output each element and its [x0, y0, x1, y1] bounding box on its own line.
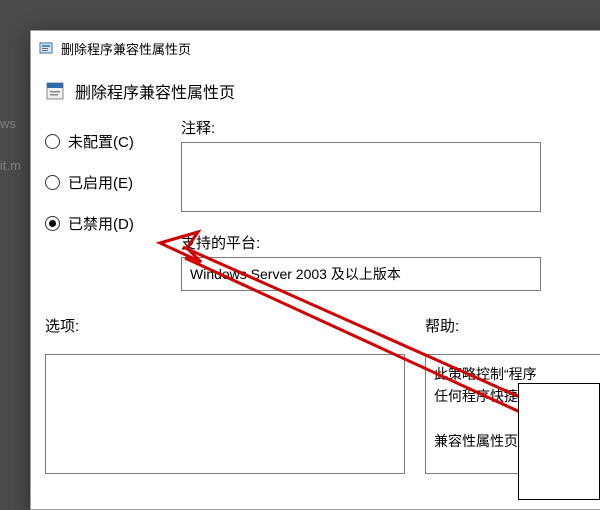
- titlebar[interactable]: 删除程序兼容性属性页: [31, 31, 600, 65]
- help-label: 帮助:: [425, 315, 600, 336]
- radio-not-configured[interactable]: 未配置(C): [45, 131, 175, 152]
- options-label: 选项:: [45, 315, 425, 336]
- radio-group: 未配置(C) 已启用(E) 已禁用(D): [45, 117, 175, 254]
- page-icon: [45, 81, 65, 101]
- radio-label: 已禁用(D): [68, 213, 134, 234]
- radio-icon: [45, 134, 60, 149]
- help-line-1: 此策略控制“程序: [434, 366, 537, 382]
- radio-disabled[interactable]: 已禁用(D): [45, 213, 175, 234]
- policy-icon: [39, 40, 55, 56]
- dialog-title: 删除程序兼容性属性页: [61, 39, 191, 58]
- policy-dialog: 删除程序兼容性属性页 删除程序兼容性属性页 上一 未配置(C): [30, 30, 600, 510]
- header-text: 删除程序兼容性属性页: [75, 79, 235, 103]
- radio-enabled[interactable]: 已启用(E): [45, 172, 175, 193]
- radio-label: 已启用(E): [68, 172, 133, 193]
- overlay-panel: [518, 383, 600, 500]
- options-box[interactable]: [45, 354, 405, 474]
- dialog-content: 删除程序兼容性属性页 上一 未配置(C) 已启用(E) 已禁用(D) 注释: [31, 65, 600, 474]
- platform-label: 支持的平台:: [181, 232, 600, 253]
- background-text-1: ws: [0, 116, 16, 131]
- radio-label: 未配置(C): [68, 131, 134, 152]
- platform-textbox: Windows Server 2003 及以上版本: [181, 257, 541, 291]
- background-text-2: it.m: [0, 158, 21, 173]
- dialog-subheader: 删除程序兼容性属性页: [45, 73, 600, 117]
- comment-label: 注释:: [181, 117, 600, 138]
- radio-icon: [45, 175, 60, 190]
- comment-textbox[interactable]: [181, 142, 541, 212]
- radio-icon: [45, 216, 60, 231]
